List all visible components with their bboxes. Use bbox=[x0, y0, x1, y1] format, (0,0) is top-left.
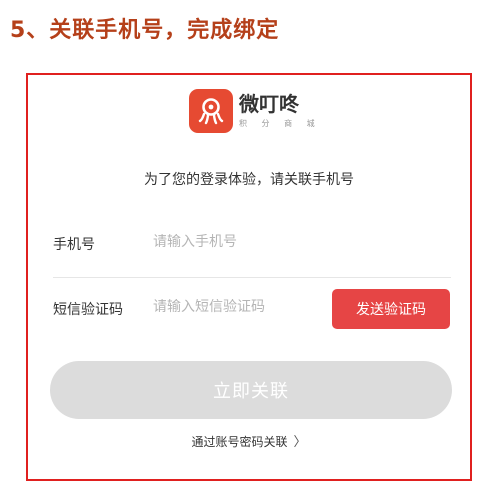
account-password-link-label: 通过账号密码关联 bbox=[191, 435, 288, 449]
phone-input[interactable] bbox=[153, 234, 323, 250]
send-code-button[interactable]: 发送验证码 bbox=[332, 289, 450, 329]
octopus-icon bbox=[198, 98, 224, 125]
account-password-link[interactable]: 通过账号密码关联〉 bbox=[28, 431, 470, 450]
chevron-right-icon: 〉 bbox=[293, 435, 307, 450]
brand-logo-icon bbox=[189, 89, 233, 133]
brand-logo: 微叮咚 积 分 商 城 bbox=[189, 89, 321, 133]
brand-tagline: 积 分 商 城 bbox=[239, 119, 321, 128]
bind-phone-panel: 微叮咚 积 分 商 城 为了您的登录体验，请关联手机号 手机号 短信验证码 发送… bbox=[26, 73, 472, 481]
brand-name: 微叮咚 bbox=[239, 92, 299, 116]
bind-now-button[interactable]: 立即关联 bbox=[50, 361, 452, 419]
sms-code-label: 短信验证码 bbox=[53, 302, 123, 318]
step-title: 5、关联手机号，完成绑定 bbox=[10, 18, 280, 43]
sms-code-input[interactable] bbox=[153, 299, 323, 315]
phone-label: 手机号 bbox=[53, 237, 95, 253]
instruction-text: 为了您的登录体验，请关联手机号 bbox=[144, 172, 354, 188]
divider bbox=[53, 277, 451, 278]
